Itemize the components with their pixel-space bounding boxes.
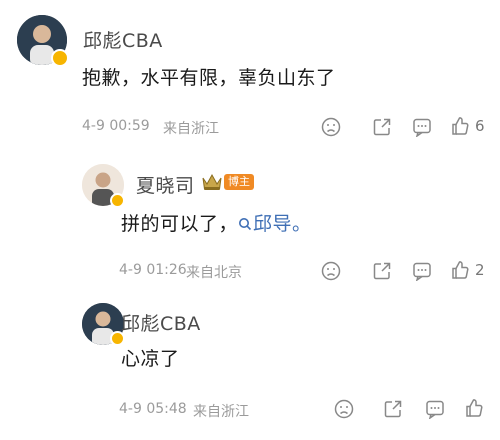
frown-icon[interactable] xyxy=(321,117,341,137)
comment-icon[interactable] xyxy=(412,261,432,281)
frown-icon[interactable] xyxy=(334,399,354,419)
thumbs-up-icon[interactable] xyxy=(450,116,470,136)
comment-author[interactable]: 邱彪CBA xyxy=(121,309,201,336)
frown-icon[interactable] xyxy=(321,261,341,281)
comment-time: 4-9 01:26 xyxy=(119,262,187,278)
comment-time: 4-9 00:59 xyxy=(82,118,150,134)
comment-location: 来自浙江 xyxy=(163,121,219,137)
verified-badge-icon xyxy=(51,49,69,67)
crown-icon xyxy=(201,172,223,192)
share-icon[interactable] xyxy=(383,399,403,419)
comment-location: 来自浙江 xyxy=(193,404,249,420)
host-tag: 博主 xyxy=(224,174,254,190)
comment-location: 来自北京 xyxy=(186,265,242,281)
comment-icon[interactable] xyxy=(412,117,432,137)
search-icon xyxy=(239,218,252,231)
comment-text: 拼的可以了， 邱导。 xyxy=(121,209,312,236)
comment-text: 心凉了 xyxy=(121,348,180,370)
share-icon[interactable] xyxy=(372,117,392,137)
thumbs-up-icon[interactable] xyxy=(450,260,470,280)
like-count: 2 xyxy=(475,261,485,279)
mention-text: 邱导。 xyxy=(253,213,312,235)
like-count: 6 xyxy=(475,117,485,135)
thumbs-up-icon[interactable] xyxy=(464,398,484,418)
comment-text-prefix: 拼的可以了， xyxy=(121,213,239,235)
mention-link[interactable]: 邱导。 xyxy=(238,213,312,235)
share-icon[interactable] xyxy=(372,261,392,281)
verified-badge-icon xyxy=(110,193,125,208)
comment-text: 抱歉，水平有限，辜负山东了 xyxy=(82,67,336,89)
comment-icon[interactable] xyxy=(425,399,445,419)
comment-author[interactable]: 夏晓司 xyxy=(136,171,195,198)
comment-time: 4-9 05:48 xyxy=(119,401,187,417)
comment-author[interactable]: 邱彪CBA xyxy=(83,26,163,53)
